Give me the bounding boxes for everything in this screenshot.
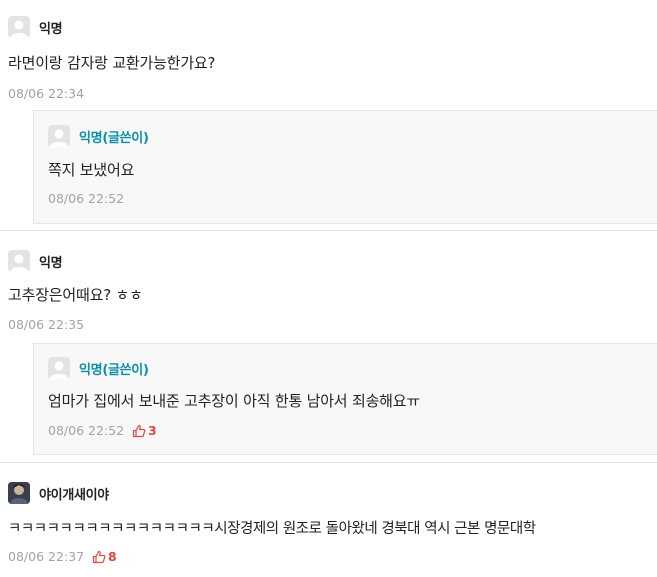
divider (0, 462, 657, 463)
divider (0, 230, 657, 231)
reply-time: 08/06 22:52 (48, 423, 125, 438)
comment-time: 08/06 22:35 (8, 317, 85, 332)
comment-text: ㅋㅋㅋㅋㅋㅋㅋㅋㅋㅋㅋㅋㅋㅋㅋㅋ시장경제의 원조로 돌아왔네 경북대 역시 근본… (8, 521, 536, 537)
comment-author[interactable]: 익명 (39, 252, 63, 271)
reply-text: 쪽지 보냈어요 (48, 161, 135, 179)
vote-button[interactable]: 8 (92, 549, 117, 564)
reply-time: 08/06 22:52 (48, 191, 125, 206)
thumbs-up-icon (92, 550, 106, 563)
comment-text: 고추장은어때요? ㅎㅎ (8, 286, 143, 304)
comment-time: 08/06 22:37 (8, 549, 85, 564)
comment-author[interactable]: 야이개새이야 (39, 484, 109, 503)
reply-author[interactable]: 익명(글쓴이) (79, 359, 149, 378)
thumbs-up-icon (132, 424, 146, 437)
reply-text: 엄마가 집에서 보내준 고추장이 아직 한통 남아서 죄송해요ㅠ (48, 392, 420, 410)
default-avatar-icon (8, 250, 30, 272)
reply-box: 익명(글쓴이) 엄마가 집에서 보내준 고추장이 아직 한통 남아서 죄송해요ㅠ… (33, 343, 657, 455)
comment-author[interactable]: 익명 (39, 18, 63, 37)
comment-text: 라면이랑 감자랑 교환가능한가요? (8, 54, 216, 72)
reply-box: 익명(글쓴이) 쪽지 보냈어요 08/06 22:52 (33, 110, 657, 224)
user-avatar (8, 482, 30, 504)
vote-count: 8 (108, 549, 117, 564)
comment-time: 08/06 22:34 (8, 86, 85, 101)
default-avatar-icon (48, 125, 70, 147)
reply-author[interactable]: 익명(글쓴이) (79, 127, 149, 146)
vote-count: 3 (148, 423, 157, 438)
default-avatar-icon (48, 357, 70, 379)
default-avatar-icon (8, 16, 30, 38)
vote-button[interactable]: 3 (132, 423, 157, 438)
